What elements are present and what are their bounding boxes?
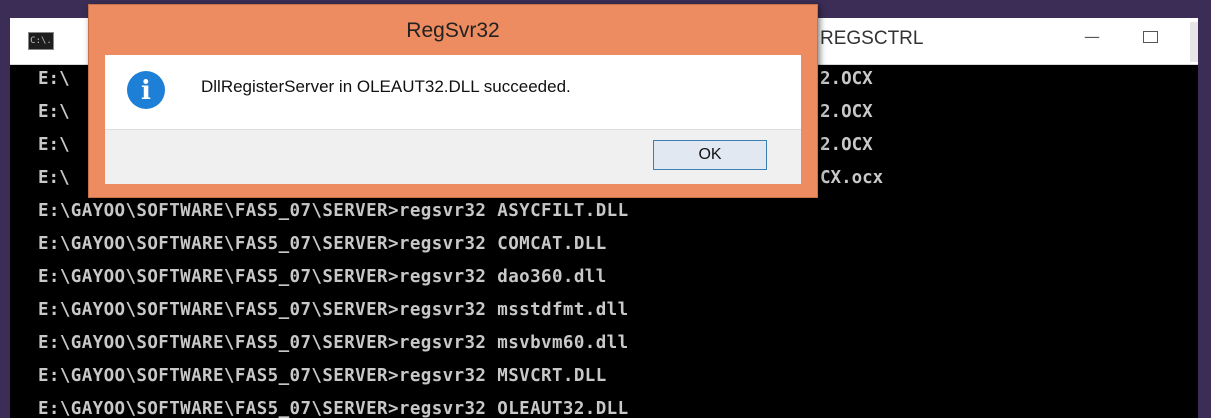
console-line: E:\GAYOO\SOFTWARE\FAS5_07\SERVER>regsvr3… [38, 399, 629, 418]
desktop-background-left [0, 0, 10, 418]
console-line-fragment: E:\ [38, 135, 70, 155]
console-line: E:\GAYOO\SOFTWARE\FAS5_07\SERVER>regsvr3… [38, 300, 629, 320]
maximize-button[interactable] [1128, 22, 1172, 52]
dialog-footer: OK [105, 129, 801, 184]
ok-button[interactable]: OK [653, 140, 767, 170]
dialog-message-area: i DllRegisterServer in OLEAUT32.DLL succ… [105, 55, 801, 129]
console-line-fragment: E:\ [38, 102, 70, 122]
console-line: E:\GAYOO\SOFTWARE\FAS5_07\SERVER>regsvr3… [38, 366, 607, 386]
desktop-background-right [1196, 0, 1211, 418]
console-line-fragment: E:\ [38, 168, 70, 188]
maximize-icon [1143, 31, 1158, 43]
minimize-button[interactable]: — [1070, 22, 1114, 52]
dialog-message: DllRegisterServer in OLEAUT32.DLL succee… [201, 77, 571, 96]
console-line-fragment: CX.ocx [820, 168, 884, 188]
console-line: E:\GAYOO\SOFTWARE\FAS5_07\SERVER>regsvr3… [38, 333, 629, 353]
dialog-body: i DllRegisterServer in OLEAUT32.DLL succ… [105, 55, 801, 184]
console-line-fragment: E:\ [38, 69, 70, 89]
console-line-fragment: 2.OCX [820, 69, 873, 89]
regsvr32-dialog: RegSvr32 i DllRegisterServer in OLEAUT32… [88, 4, 818, 198]
cmd-icon[interactable]: C:\. [28, 32, 54, 50]
console-title: REGSCTRL [820, 28, 924, 49]
console-line-fragment: 2.OCX [820, 102, 873, 122]
console-line: E:\GAYOO\SOFTWARE\FAS5_07\SERVER>regsvr3… [38, 267, 607, 287]
console-line-fragment: 2.OCX [820, 135, 873, 155]
info-icon: i [127, 71, 165, 109]
console-line: E:\GAYOO\SOFTWARE\FAS5_07\SERVER>regsvr3… [38, 201, 629, 221]
close-button-edge[interactable] [1190, 22, 1198, 62]
console-line: E:\GAYOO\SOFTWARE\FAS5_07\SERVER>regsvr3… [38, 234, 607, 254]
dialog-title[interactable]: RegSvr32 [89, 5, 817, 55]
